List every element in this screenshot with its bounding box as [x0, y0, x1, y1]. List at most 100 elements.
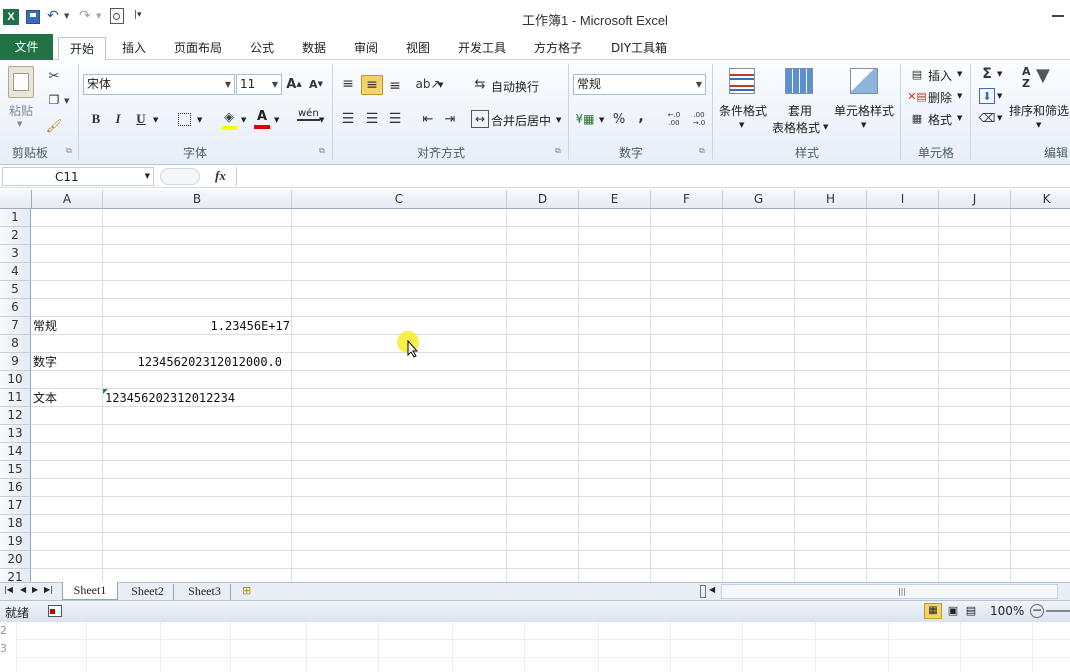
increase-decimal-icon[interactable]: ←.0 .00	[664, 110, 684, 128]
insert-sheet-icon[interactable]: ⊞	[242, 584, 251, 597]
alignment-launcher-icon[interactable]: ⧉	[555, 146, 561, 156]
cell-styles-icon[interactable]	[850, 68, 878, 94]
row-header-15[interactable]: 15	[0, 461, 31, 479]
clear-icon[interactable]: ⌫	[979, 110, 996, 126]
tab-page-layout[interactable]: 页面布局	[167, 37, 229, 60]
number-format-select[interactable]: 常规 ▼	[573, 74, 706, 95]
cell-styles-button[interactable]: 单元格样式	[834, 102, 894, 119]
tab-home[interactable]: 开始	[58, 37, 106, 61]
zoom-slider[interactable]	[1046, 610, 1070, 612]
tab-split-handle[interactable]	[700, 585, 706, 598]
column-header-e[interactable]: E	[579, 190, 651, 209]
column-header-d[interactable]: D	[507, 190, 579, 209]
format-painter-icon[interactable]: 🖌	[46, 118, 63, 134]
align-left-icon[interactable]: ☰	[339, 110, 357, 128]
delete-dropdown-icon[interactable]: ▼	[957, 92, 962, 100]
conditional-dropdown-icon[interactable]: ▼	[739, 121, 744, 129]
underline-dropdown-icon[interactable]: ▼	[153, 116, 158, 124]
paste-button[interactable]: 粘贴	[9, 102, 33, 119]
clear-dropdown-icon[interactable]: ▼	[997, 114, 1002, 122]
copy-icon[interactable]: ❐	[46, 92, 62, 108]
conditional-formatting-button[interactable]: 条件格式	[719, 102, 767, 119]
row-header-5[interactable]: 5	[0, 281, 31, 299]
column-header-j[interactable]: J	[939, 190, 1011, 209]
page-layout-view-icon[interactable]: ▣	[945, 603, 961, 619]
fill-color-dropdown-icon[interactable]: ▼	[241, 116, 246, 124]
scroll-left-icon[interactable]: ◀	[709, 585, 715, 594]
sheet-tab-sheet1[interactable]: Sheet1	[62, 582, 118, 600]
column-header-k[interactable]: K	[1011, 190, 1070, 209]
fill-dropdown-icon[interactable]: ▼	[997, 92, 1002, 100]
tab-insert[interactable]: 插入	[112, 37, 156, 60]
format-as-table-label-1[interactable]: 套用	[788, 102, 812, 119]
row-header-8[interactable]: 8	[0, 335, 31, 353]
bold-button[interactable]: B	[88, 110, 104, 128]
first-sheet-icon[interactable]: |◀	[4, 585, 13, 594]
select-all-corner[interactable]	[0, 190, 32, 209]
row-header-2[interactable]: 2	[0, 227, 31, 245]
delete-cells-button[interactable]: 删除	[928, 89, 952, 106]
horizontal-scrollbar[interactable]: |||	[721, 584, 1058, 599]
formula-input[interactable]	[236, 167, 1070, 186]
insert-cells-button[interactable]: 插入	[928, 67, 952, 84]
sort-filter-icon[interactable]: A Z ▼	[1022, 66, 1058, 96]
copy-dropdown-icon[interactable]: ▼	[64, 97, 69, 105]
accounting-format-icon[interactable]: ¥▦	[575, 110, 595, 128]
decrease-indent-icon[interactable]: ⇤	[419, 110, 437, 128]
scrollbar-thumb[interactable]: |||	[872, 586, 932, 597]
underline-button[interactable]: U	[133, 110, 149, 128]
wrap-text-button[interactable]: 自动换行	[491, 78, 539, 95]
row-header-6[interactable]: 6	[0, 299, 31, 317]
column-header-g[interactable]: G	[723, 190, 795, 209]
format-as-table-label-2[interactable]: 表格格式	[772, 119, 820, 136]
zoom-level[interactable]: 100%	[990, 604, 1024, 618]
tab-developer[interactable]: 开发工具	[451, 37, 513, 60]
splitter-handle[interactable]	[160, 168, 200, 185]
prev-sheet-icon[interactable]: ◀	[20, 585, 26, 594]
row-header-12[interactable]: 12	[0, 407, 31, 425]
tab-view[interactable]: 视图	[397, 37, 439, 60]
merge-dropdown-icon[interactable]: ▼	[556, 116, 561, 124]
minimize-icon[interactable]	[1052, 15, 1064, 17]
tab-fangfang[interactable]: 方方格子	[527, 37, 589, 60]
cell-styles-dropdown-icon[interactable]: ▼	[861, 121, 866, 129]
cell-a11[interactable]: 文本	[33, 389, 57, 407]
column-header-a[interactable]: A	[32, 190, 103, 209]
sort-filter-dropdown-icon[interactable]: ▼	[1036, 121, 1041, 129]
phonetic-dropdown-icon[interactable]: ▼	[319, 116, 324, 124]
column-header-f[interactable]: F	[651, 190, 723, 209]
sort-filter-button[interactable]: 排序和筛选	[1009, 102, 1069, 119]
row-header-13[interactable]: 13	[0, 425, 31, 443]
insert-cells-icon[interactable]: ▤	[908, 66, 926, 82]
number-launcher-icon[interactable]: ⧉	[699, 146, 705, 156]
conditional-formatting-icon[interactable]	[729, 68, 755, 94]
format-dropdown-icon[interactable]: ▼	[957, 114, 962, 122]
normal-view-icon[interactable]: ▦	[924, 603, 942, 619]
chevron-down-icon[interactable]: ▼	[145, 172, 150, 180]
borders-dropdown-icon[interactable]: ▼	[197, 116, 202, 124]
orientation-icon[interactable]: ab↗	[415, 75, 440, 93]
row-header-11[interactable]: 11	[0, 389, 31, 407]
font-color-dropdown-icon[interactable]: ▼	[274, 116, 279, 124]
row-header-9[interactable]: 9	[0, 353, 31, 371]
borders-icon[interactable]	[178, 113, 191, 126]
column-header-i[interactable]: I	[867, 190, 939, 209]
row-header-21[interactable]: 21	[0, 569, 31, 582]
next-sheet-icon[interactable]: ▶	[32, 585, 38, 594]
row-header-10[interactable]: 10	[0, 371, 31, 389]
italic-button[interactable]: I	[110, 110, 126, 128]
increase-indent-icon[interactable]: ⇥	[441, 110, 459, 128]
tab-review[interactable]: 审阅	[345, 37, 387, 60]
sheet-tab-sheet2[interactable]: Sheet2	[122, 584, 174, 600]
font-color-icon[interactable]: A	[254, 109, 270, 129]
delete-cells-icon[interactable]: ✕▤	[907, 88, 927, 104]
macro-record-icon[interactable]	[48, 605, 62, 617]
merge-center-button[interactable]: 合并后居中	[491, 112, 551, 129]
tab-formulas[interactable]: 公式	[241, 37, 283, 60]
phonetic-guide-icon[interactable]: wén	[297, 108, 320, 121]
column-header-b[interactable]: B	[103, 190, 292, 209]
font-launcher-icon[interactable]: ⧉	[319, 146, 325, 156]
insert-function-icon[interactable]: fx	[215, 168, 226, 184]
merge-center-icon[interactable]: ↔	[471, 110, 489, 128]
paste-icon[interactable]	[8, 66, 34, 98]
